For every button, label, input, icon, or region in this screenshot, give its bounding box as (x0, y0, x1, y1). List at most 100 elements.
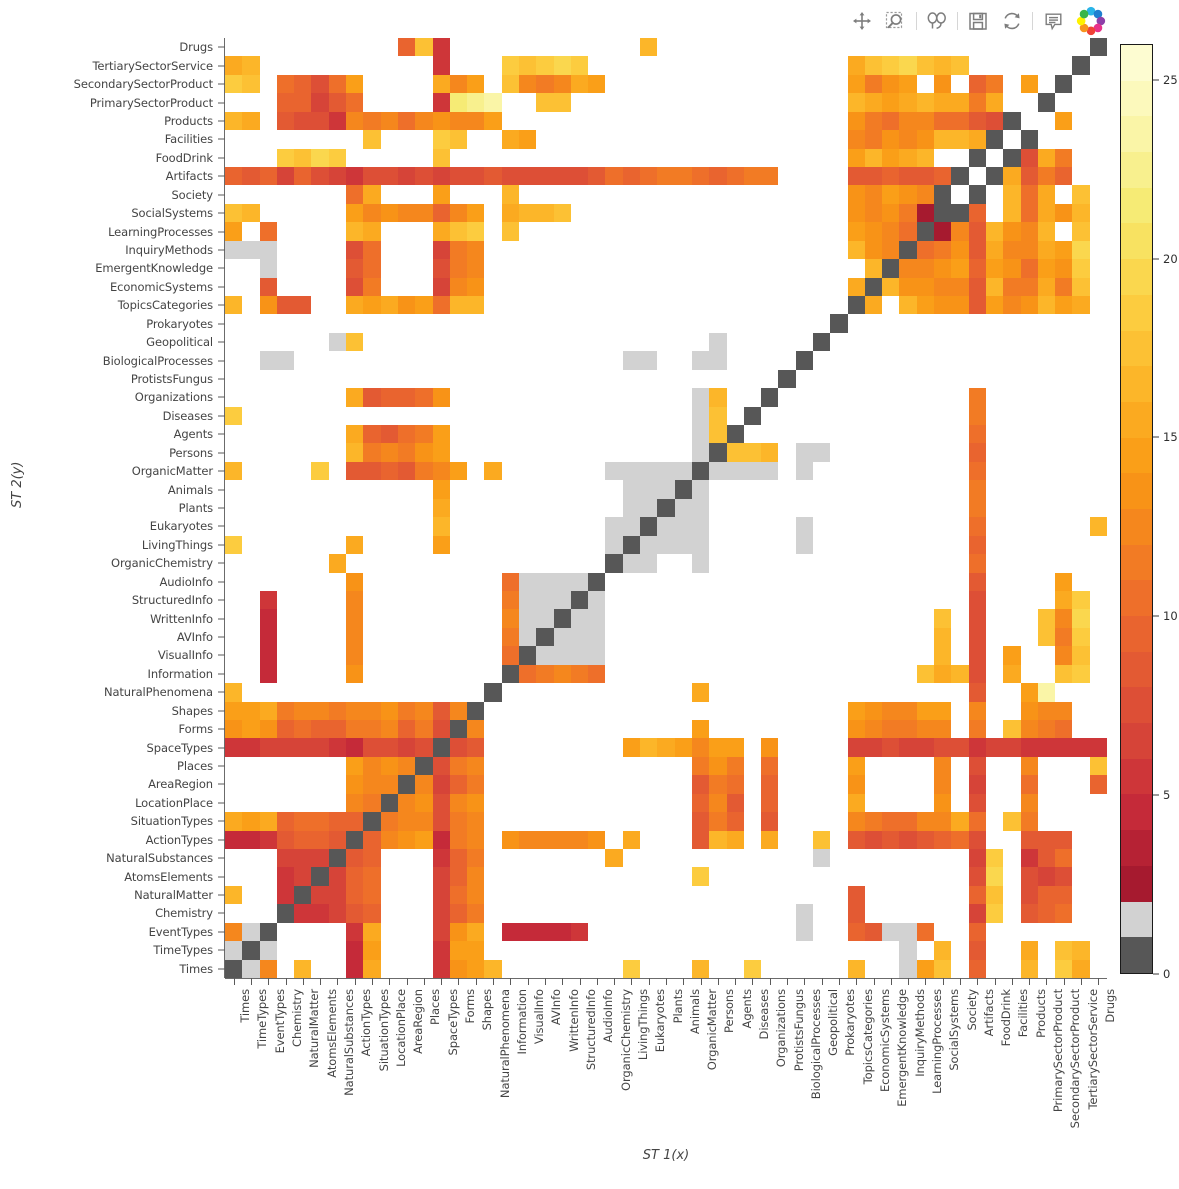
heatmap-cell[interactable] (968, 535, 986, 555)
heatmap-cell[interactable] (259, 738, 277, 757)
heatmap-cell[interactable] (554, 683, 571, 701)
heatmap-cell[interactable] (744, 738, 761, 756)
heatmap-cell[interactable] (692, 204, 709, 222)
heatmap-cell[interactable] (363, 591, 380, 609)
heatmap-cell[interactable] (346, 793, 364, 813)
heatmap-cell[interactable] (501, 56, 519, 75)
heatmap-cell[interactable] (397, 738, 416, 757)
heatmap-cell[interactable] (847, 885, 865, 905)
heatmap-cell[interactable] (484, 185, 501, 203)
heatmap-cell[interactable] (813, 130, 830, 148)
heatmap-cell[interactable] (778, 665, 795, 683)
heatmap-cell[interactable] (934, 314, 951, 332)
heatmap-cell[interactable] (294, 204, 311, 222)
heatmap-cell[interactable] (381, 38, 398, 56)
heatmap-cell[interactable] (484, 941, 501, 959)
heatmap-cell[interactable] (433, 683, 450, 701)
heatmap-cell[interactable] (778, 720, 795, 738)
heatmap-cell[interactable] (761, 536, 778, 554)
heatmap-cell[interactable] (311, 665, 328, 683)
heatmap-cell[interactable] (605, 573, 622, 591)
heatmap-cell[interactable] (951, 499, 968, 517)
heatmap-cell[interactable] (380, 719, 398, 739)
heatmap-cell[interactable] (657, 75, 674, 93)
heatmap-cell[interactable] (467, 222, 485, 241)
heatmap-cell[interactable] (675, 554, 692, 572)
heatmap-cell[interactable] (450, 407, 467, 425)
heatmap-cell[interactable] (899, 646, 916, 664)
heatmap-cell[interactable] (346, 738, 364, 757)
heatmap-cell[interactable] (502, 536, 519, 554)
heatmap-cell[interactable] (467, 830, 485, 849)
heatmap-cell[interactable] (864, 167, 883, 186)
heatmap-cell[interactable] (1020, 148, 1038, 168)
heatmap-cell[interactable] (328, 904, 347, 923)
heatmap-cell[interactable] (467, 56, 484, 74)
heatmap-cell[interactable] (450, 333, 467, 351)
heatmap-cell[interactable] (1055, 885, 1073, 905)
heatmap-cell[interactable] (951, 886, 968, 904)
heatmap-cell[interactable] (588, 923, 605, 941)
heatmap-cell[interactable] (796, 38, 813, 56)
heatmap-cell[interactable] (727, 407, 744, 425)
heatmap-cell[interactable] (277, 536, 294, 554)
heatmap-cell[interactable] (242, 370, 259, 388)
heatmap-cell[interactable] (260, 130, 277, 148)
heatmap-cell[interactable] (882, 701, 900, 720)
heatmap-cell[interactable] (605, 425, 622, 443)
heatmap-cell[interactable] (242, 775, 259, 793)
heatmap-cell[interactable] (640, 278, 657, 296)
heatmap-cell[interactable] (1090, 720, 1107, 738)
heatmap-cell[interactable] (796, 222, 813, 240)
heatmap-cell[interactable] (675, 204, 692, 222)
heatmap-cell[interactable] (276, 296, 295, 315)
heatmap-cell[interactable] (744, 370, 761, 388)
heatmap-cell[interactable] (640, 296, 657, 314)
heatmap-cell[interactable] (640, 222, 657, 240)
heatmap-cell[interactable] (346, 885, 364, 905)
heatmap-cell[interactable] (484, 333, 501, 351)
heatmap-cell[interactable] (968, 738, 986, 757)
heatmap-cell[interactable] (968, 517, 986, 536)
heatmap-cell[interactable] (225, 74, 243, 94)
heatmap-cell[interactable] (519, 554, 536, 572)
heatmap-cell[interactable] (727, 351, 744, 369)
heatmap-cell[interactable] (449, 867, 468, 886)
heatmap-cell[interactable] (864, 922, 883, 942)
heatmap-cell[interactable] (727, 646, 744, 664)
heatmap-cell[interactable] (536, 222, 553, 240)
heatmap-cell[interactable] (554, 185, 571, 203)
heatmap-cell[interactable] (553, 56, 571, 75)
heatmap-cell[interactable] (1037, 609, 1056, 628)
heatmap-cell[interactable] (502, 904, 519, 922)
heatmap-cell[interactable] (398, 333, 415, 351)
heatmap-cell[interactable] (450, 443, 467, 461)
heatmap-cell[interactable] (916, 701, 935, 720)
heatmap-cell[interactable] (380, 167, 398, 186)
heatmap-cell[interactable] (640, 112, 657, 130)
heatmap-cell[interactable] (726, 461, 744, 481)
heatmap-cell[interactable] (398, 683, 415, 701)
heatmap-cell[interactable] (1003, 167, 1021, 186)
heatmap-cell[interactable] (657, 886, 674, 904)
heatmap-cell[interactable] (294, 867, 312, 886)
heatmap-cell[interactable] (623, 112, 640, 130)
heatmap-cell[interactable] (623, 407, 640, 425)
heatmap-cell[interactable] (519, 185, 536, 203)
heatmap-cell[interactable] (553, 830, 571, 849)
heatmap-cell[interactable] (986, 443, 1003, 461)
heatmap-cell[interactable] (329, 536, 346, 554)
heatmap-cell[interactable] (502, 517, 519, 535)
heatmap-cell[interactable] (449, 848, 468, 868)
heatmap-cell[interactable] (571, 351, 588, 369)
heatmap-cell[interactable] (311, 517, 328, 535)
heatmap-cell[interactable] (346, 203, 364, 223)
heatmap-cell[interactable] (1055, 333, 1072, 351)
heatmap-cell[interactable] (242, 886, 259, 904)
heatmap-cell[interactable] (311, 296, 328, 314)
heatmap-cell[interactable] (934, 775, 952, 794)
heatmap-cell[interactable] (623, 720, 640, 738)
heatmap-cell[interactable] (744, 720, 761, 738)
heatmap-cell[interactable] (1072, 222, 1090, 241)
heatmap-cell[interactable] (346, 167, 364, 186)
